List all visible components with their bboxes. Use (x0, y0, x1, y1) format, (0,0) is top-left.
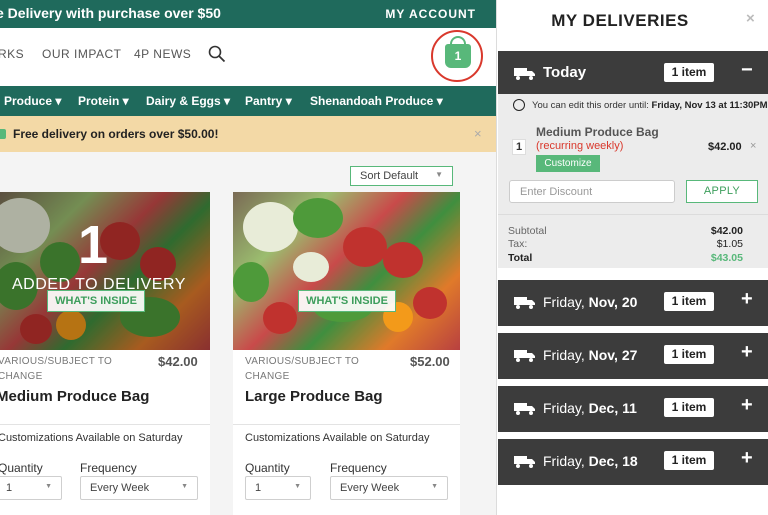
search-icon[interactable] (208, 45, 226, 63)
expand-icon[interactable]: + (741, 341, 753, 364)
frequency-select[interactable]: Every Week ▼ (330, 476, 448, 500)
product-name[interactable]: Large Produce Bag (245, 389, 405, 404)
category-dairy-eggs[interactable]: Dairy & Eggs ▾ (146, 94, 230, 108)
my-account-link[interactable]: MY ACCOUNT (385, 7, 476, 21)
delivery-group-dec-11[interactable]: Friday, Dec, 11 1 item + (498, 386, 768, 432)
expand-icon[interactable]: + (741, 394, 753, 417)
delivery-date: Friday, Dec, 11 (543, 400, 637, 416)
added-count: 1 (78, 215, 109, 275)
category-shenandoah-produce[interactable]: Shenandoah Produce ▾ (310, 94, 443, 108)
customize-button[interactable]: Customize (536, 155, 600, 172)
close-icon[interactable]: × (746, 10, 755, 27)
truck-icon (514, 350, 535, 362)
product-photo (233, 192, 460, 350)
nav-link-our-impact[interactable]: OUR IMPACT (42, 47, 121, 61)
product-photo: 1 ADDED TO DELIVERY (0, 192, 210, 350)
subtotal-value: $42.00 (710, 225, 743, 237)
total-label: Total (508, 252, 533, 264)
item-count-badge: 1 item (664, 63, 714, 82)
product-card[interactable]: WHAT'S INSIDE VARIOUS/SUBJECT TO CHANGE … (233, 192, 460, 515)
item-count-badge: 1 item (664, 292, 714, 311)
alarm-clock-icon (513, 99, 525, 111)
free-delivery-banner: Free delivery on orders over $50.00! × (0, 116, 496, 152)
customizations-note: Customizations Available on Saturday (0, 432, 183, 444)
expand-icon[interactable]: + (741, 288, 753, 311)
truck-icon (514, 456, 535, 468)
collapse-icon[interactable]: − (741, 59, 753, 82)
divider (233, 424, 460, 425)
cart-button[interactable]: 1 (431, 30, 483, 82)
expand-icon[interactable]: + (741, 447, 753, 470)
category-protein[interactable]: Protein ▾ (78, 94, 129, 108)
edit-deadline: You can edit this order until: Friday, N… (532, 100, 768, 111)
delivery-group-today[interactable]: Today 1 item − (498, 51, 768, 97)
delivery-date: Friday, Nov, 27 (543, 347, 638, 363)
product-name[interactable]: Medium Produce Bag (0, 389, 156, 404)
banner-text: Free delivery on orders over $50.00! (13, 127, 219, 141)
total-value: $43.05 (710, 252, 743, 264)
delivery-group-nov-27[interactable]: Friday, Nov, 27 1 item + (498, 333, 768, 379)
truck-icon (514, 403, 535, 415)
whats-inside-button[interactable]: WHAT'S INSIDE (47, 290, 145, 312)
product-variety: VARIOUS/SUBJECT TO CHANGE (0, 356, 113, 382)
frequency-label: Frequency (330, 461, 387, 475)
delivery-group-dec-18[interactable]: Friday, Dec, 18 1 item + (498, 439, 768, 485)
main-nav: RKS OUR IMPACT 4P NEWS 1 (0, 28, 496, 86)
product-price: $42.00 (158, 354, 198, 369)
apply-button[interactable]: APPLY (686, 180, 758, 203)
item-quantity: 1 (512, 139, 526, 155)
caret-down-icon: ▼ (181, 483, 188, 490)
whats-inside-button[interactable]: WHAT'S INSIDE (298, 290, 396, 312)
product-variety: VARIOUS/SUBJECT TO CHANGE (245, 356, 360, 382)
tax-label: Tax: (508, 238, 528, 250)
remove-item-icon[interactable]: × (750, 140, 756, 152)
divider (498, 214, 768, 215)
category-nav: Produce ▾ Protein ▾ Dairy & Eggs ▾ Pantr… (0, 86, 496, 116)
frequency-select[interactable]: Every Week ▼ (80, 476, 198, 500)
promo-bar: e Delivery with purchase over $50 MY ACC… (0, 0, 496, 28)
my-deliveries-panel: MY DELIVERIES × Today 1 item − You can e… (496, 0, 768, 515)
caret-down-icon: ▼ (45, 483, 52, 490)
frequency-label: Frequency (80, 461, 137, 475)
gift-icon (0, 129, 6, 139)
caret-down-icon: ▼ (294, 483, 301, 490)
delivery-date: Today (543, 64, 587, 81)
truck-icon (514, 297, 535, 309)
subtotal-label: Subtotal (508, 225, 547, 237)
banner-close-button[interactable]: × (474, 126, 482, 141)
category-pantry[interactable]: Pantry ▾ (245, 94, 292, 108)
product-card[interactable]: 1 ADDED TO DELIVERY WHAT'S INSIDE VARIOU… (0, 192, 210, 515)
item-count-badge: 1 item (664, 398, 714, 417)
customizations-note: Customizations Available on Saturday (245, 432, 430, 444)
panel-title: MY DELIVERIES (551, 11, 689, 30)
item-name: Medium Produce Bag (536, 125, 659, 139)
sort-select[interactable]: Sort Default ▼ (350, 166, 453, 186)
category-produce[interactable]: Produce ▾ (4, 94, 61, 108)
quantity-select[interactable]: 1 ▼ (0, 476, 62, 500)
delivery-group-nov-20[interactable]: Friday, Nov, 20 1 item + (498, 280, 768, 326)
quantity-label: Quantity (0, 461, 43, 475)
item-count-badge: 1 item (664, 345, 714, 364)
promo-text: e Delivery with purchase over $50 (0, 5, 221, 21)
item-count-badge: 1 item (664, 451, 714, 470)
delivery-date: Friday, Dec, 18 (543, 453, 638, 469)
store-page: e Delivery with purchase over $50 MY ACC… (0, 0, 496, 515)
truck-icon (514, 68, 535, 80)
product-price: $52.00 (410, 354, 450, 369)
cart-count: 1 (454, 49, 462, 63)
discount-input[interactable]: Enter Discount (509, 180, 675, 203)
caret-down-icon: ▼ (431, 483, 438, 490)
nav-link-works[interactable]: RKS (0, 47, 24, 61)
quantity-select[interactable]: 1 ▼ (245, 476, 311, 500)
quantity-label: Quantity (245, 461, 290, 475)
tax-value: $1.05 (716, 238, 743, 250)
delivery-date: Friday, Nov, 20 (543, 294, 638, 310)
divider (0, 424, 210, 425)
nav-link-4p-news[interactable]: 4P NEWS (134, 47, 191, 61)
sort-label: Sort Default (360, 170, 419, 182)
item-price: $42.00 (708, 141, 742, 153)
recurring-label: (recurring weekly) (536, 140, 624, 152)
caret-down-icon: ▼ (435, 170, 443, 179)
